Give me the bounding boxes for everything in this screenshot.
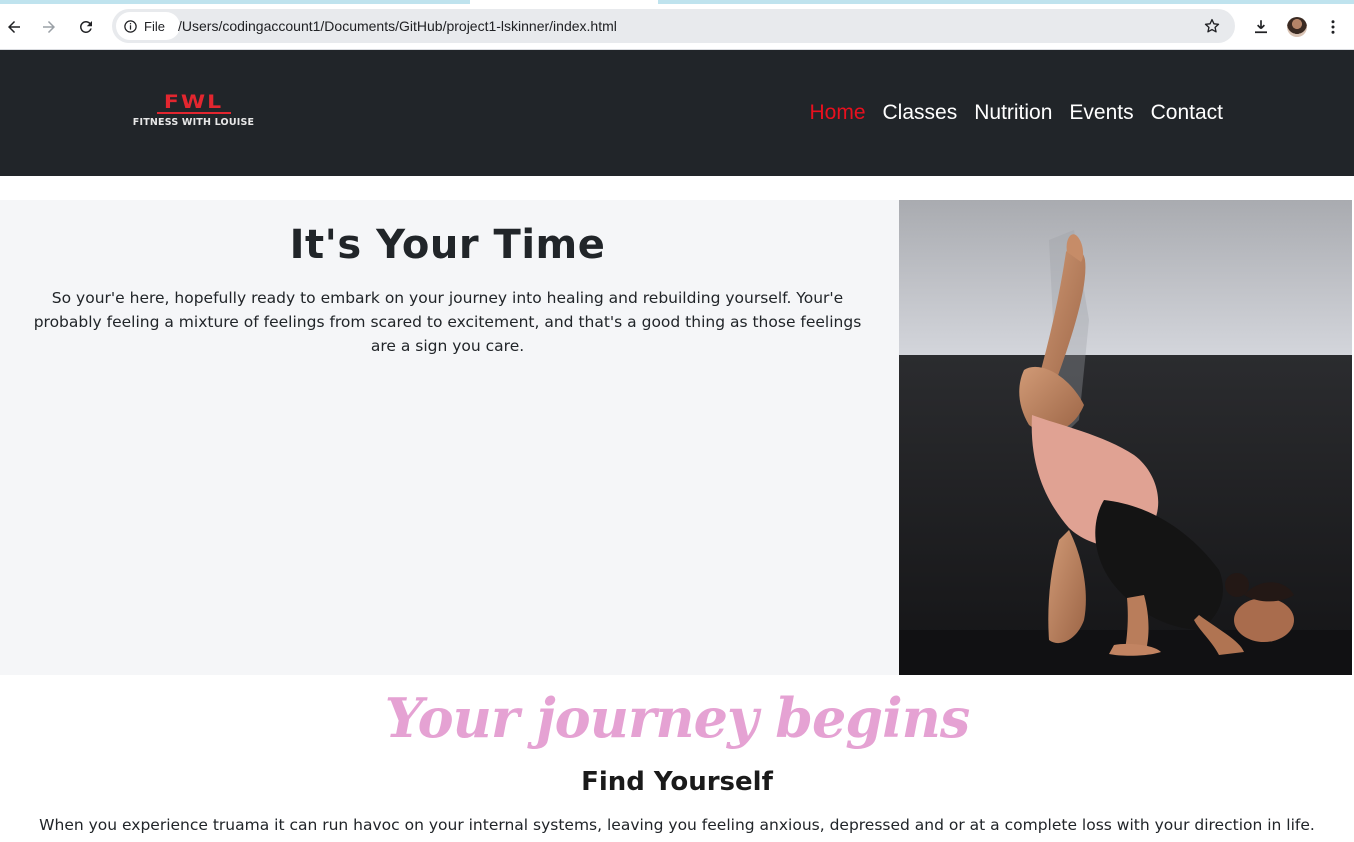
reload-icon [79,20,92,33]
site-header: FWL FITNESS WITH LOUISE Home Classes Nut… [0,50,1354,176]
forward-arrow-icon [43,21,55,33]
back-button[interactable] [0,13,28,41]
nav-link-events[interactable]: Events [1069,101,1133,125]
journey-paragraph: When you experience truama it can run ha… [39,816,1315,834]
address-bar[interactable]: File /Users/codingaccount1/Documents/Git… [112,9,1235,43]
logo-mark: FWL [163,91,224,114]
hero-title: It's Your Time [289,222,606,268]
logo-underline [157,112,231,114]
nav-link-contact[interactable]: Contact [1151,101,1223,125]
yoga-pose-illustration [899,200,1352,675]
browser-toolbar: File /Users/codingaccount1/Documents/Git… [0,4,1354,50]
logo-tagline: FITNESS WITH LOUISE [132,117,255,128]
reload-button[interactable] [72,13,100,41]
url-text[interactable]: /Users/codingaccount1/Documents/GitHub/p… [178,18,617,34]
journey-script-heading: Your journey begins [384,686,971,750]
site-info-label: File [144,18,165,34]
main-nav: Home Classes Nutrition Events Contact [809,101,1223,125]
profile-button[interactable] [1283,13,1311,41]
forward-button[interactable] [35,13,63,41]
nav-link-nutrition[interactable]: Nutrition [974,101,1052,125]
hero-paragraph: So your'e here, hopefully ready to embar… [33,289,862,355]
site-logo[interactable]: FWL FITNESS WITH LOUISE [121,92,266,132]
kebab-menu-icon [1331,20,1335,34]
site-info-chip[interactable]: File [116,12,180,40]
download-icon [1255,20,1267,34]
browser-menu-button[interactable] [1319,13,1347,41]
profile-avatar [1287,17,1307,37]
back-arrow-icon [8,21,20,33]
nav-link-home[interactable]: Home [809,101,865,125]
hero-yoga-photo [899,200,1352,675]
info-icon [124,19,137,33]
find-yourself-heading: Find Yourself [581,767,773,797]
downloads-button[interactable] [1247,13,1275,41]
bookmark-star-icon[interactable] [1203,17,1221,35]
nav-link-classes[interactable]: Classes [883,101,958,125]
hero-intro: It's Your Time So your'e here, hopefully… [0,200,899,675]
